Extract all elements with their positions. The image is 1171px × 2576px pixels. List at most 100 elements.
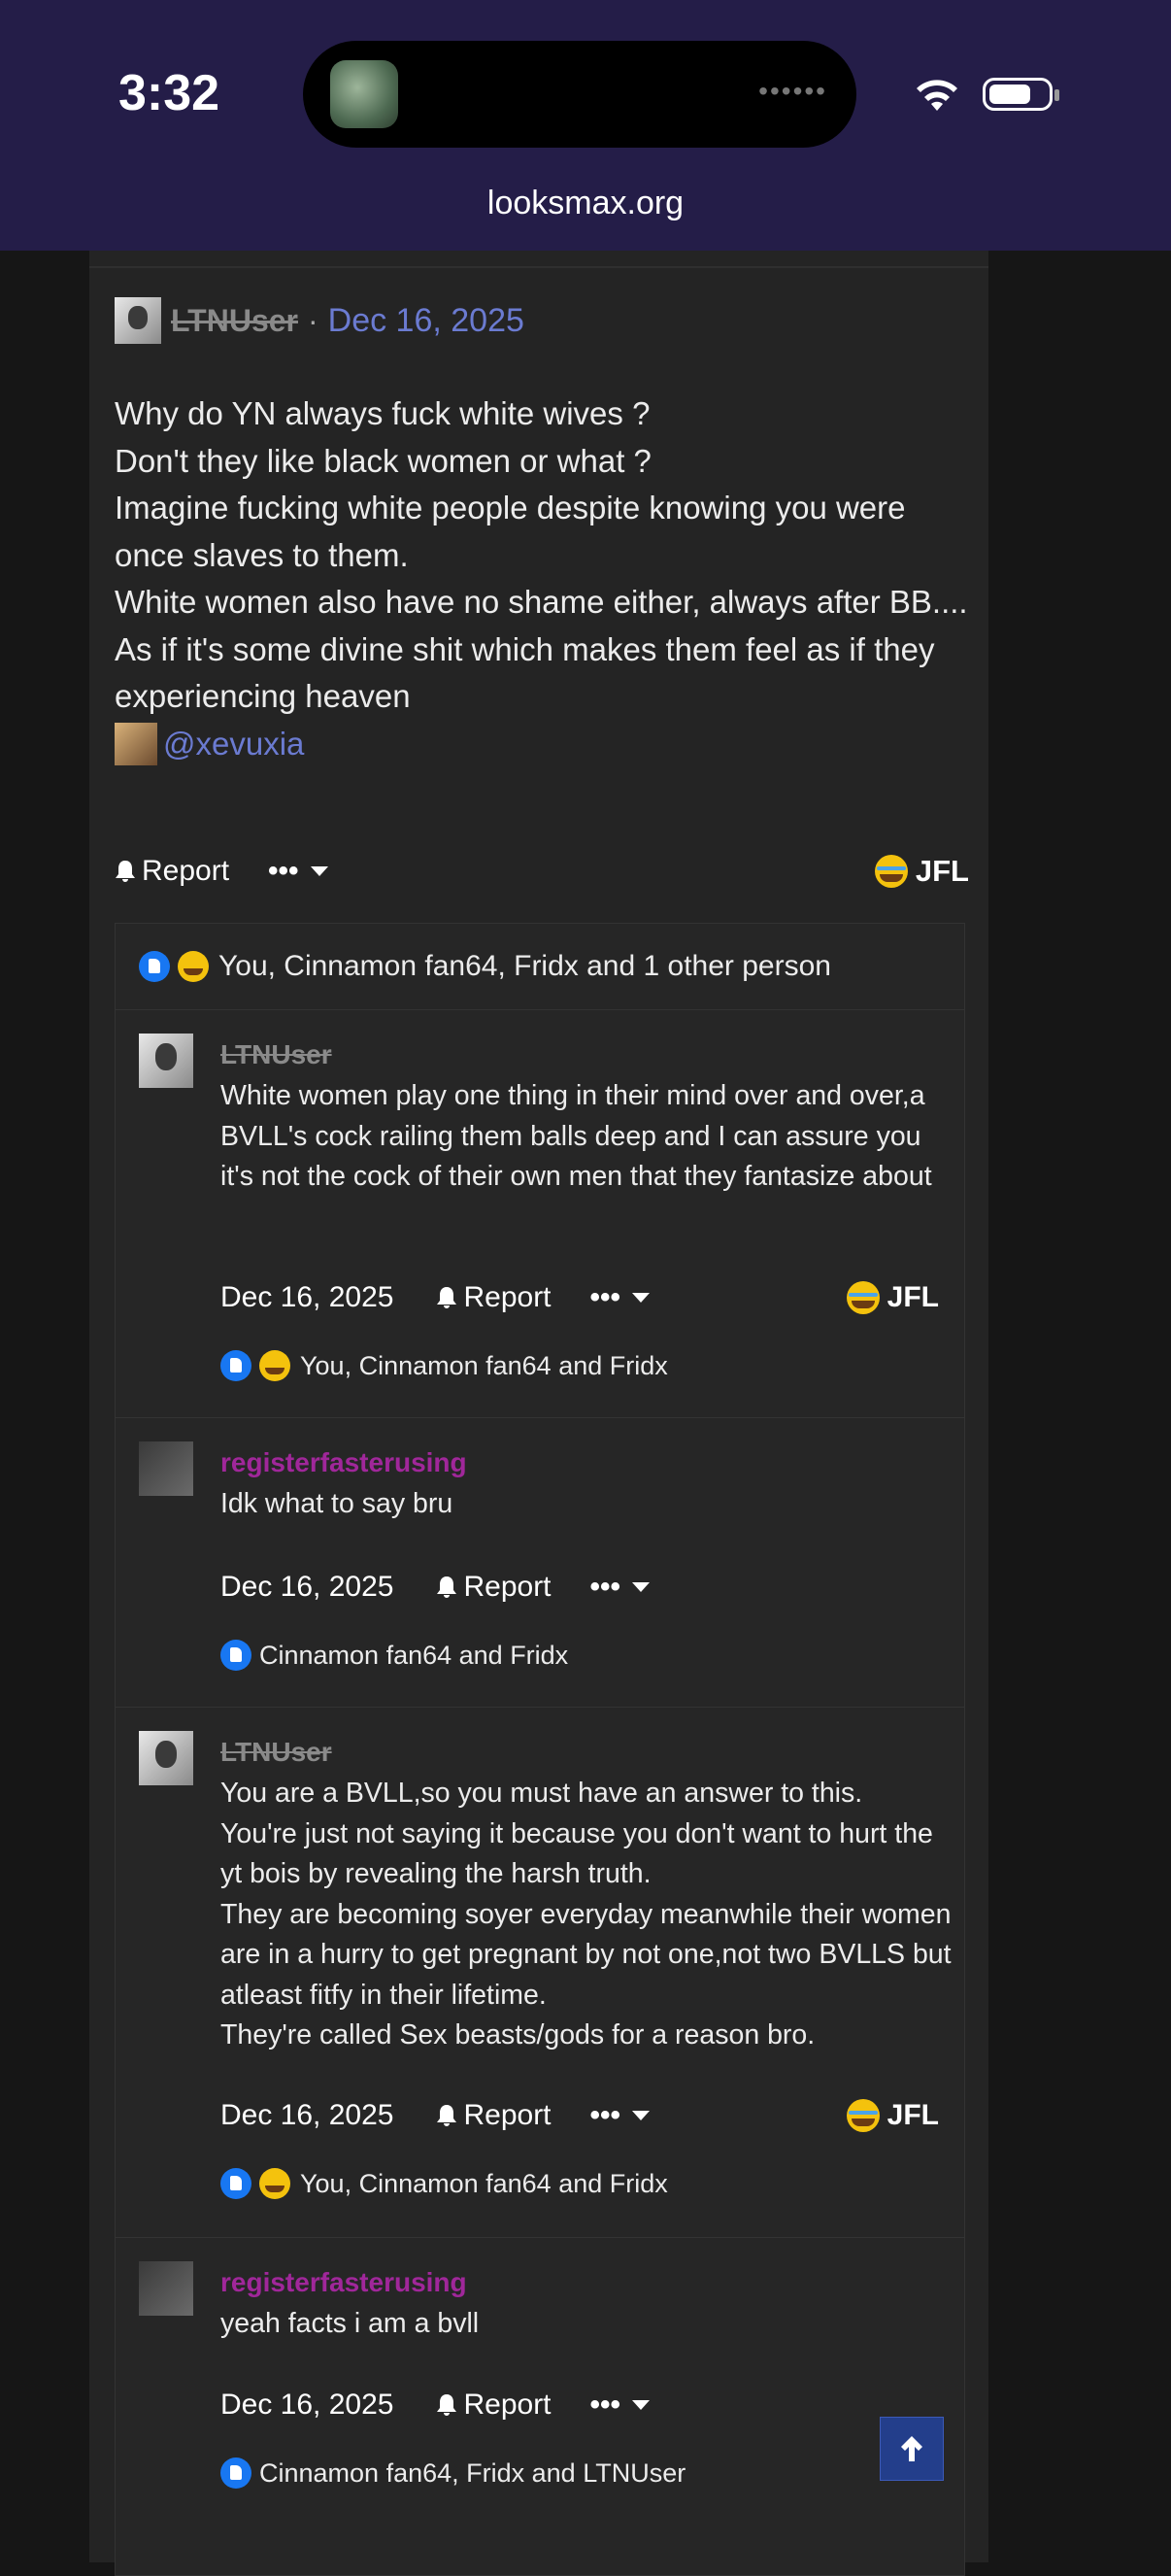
dynamic-island[interactable]: ••••••	[303, 41, 856, 148]
reaction-users[interactable]: You, Cinnamon fan64 and Fridx	[300, 2169, 668, 2199]
reply-reactions[interactable]: Cinnamon fan64 and Fridx	[220, 1636, 568, 1675]
reply-line: White women play one thing in their mind…	[220, 1080, 932, 1192]
caret-down-icon	[310, 866, 328, 876]
report-button[interactable]: Report	[436, 1571, 552, 1604]
like-icon	[220, 1350, 251, 1381]
more-label: •••	[268, 855, 299, 887]
reply-author[interactable]: LTNUser	[220, 1039, 332, 1070]
more-label: •••	[589, 2099, 621, 2131]
jfl-label: JFL	[915, 854, 969, 888]
post-date-link[interactable]: Dec 16, 2025	[328, 302, 524, 340]
like-icon	[220, 2457, 251, 2489]
caret-down-icon	[632, 2111, 651, 2120]
bell-icon	[116, 861, 135, 882]
report-label: Report	[142, 855, 230, 887]
now-playing-artwork	[330, 60, 398, 128]
post-actions: Report ••• JFL	[115, 847, 969, 896]
reply-line: You are a BVLL,so you must have an answe…	[220, 1778, 863, 1809]
arrow-up-icon	[901, 2436, 922, 2461]
jfl-reaction-button[interactable]: JFL	[846, 1281, 939, 1314]
reply-author[interactable]: registerfasterusing	[220, 1447, 467, 1478]
reply-line: You're just not saying it because you do…	[220, 1817, 933, 1890]
reply-date-link[interactable]: Dec 16, 2025	[220, 2389, 393, 2422]
report-button[interactable]: Report	[115, 855, 229, 888]
report-button[interactable]: Report	[436, 2389, 552, 2422]
avatar[interactable]	[139, 1441, 193, 1496]
jfl-label: JFL	[887, 2099, 939, 2131]
post-line: Don't they like black women or what ?	[115, 442, 652, 479]
jfl-reaction-button[interactable]: JFL	[874, 854, 969, 889]
more-label: •••	[589, 1571, 621, 1603]
report-button[interactable]: Report	[436, 1281, 552, 1314]
wifi-icon	[917, 80, 957, 111]
reply-reactions[interactable]: You, Cinnamon fan64 and Fridx	[220, 2164, 668, 2203]
like-icon	[220, 2168, 251, 2199]
jfl-reaction-button[interactable]: JFL	[846, 2099, 939, 2132]
post-line: Why do YN always fuck white wives ?	[115, 395, 651, 431]
address-bar-url[interactable]: looksmax.org	[0, 185, 1171, 222]
avatar[interactable]	[139, 1731, 193, 1785]
reaction-users[interactable]: Cinnamon fan64, Fridx and LTNUser	[259, 2458, 686, 2489]
reply-actions: Dec 16, 2025 Report •••	[220, 2384, 939, 2426]
report-label: Report	[463, 2099, 552, 2131]
reaction-users[interactable]: You, Cinnamon fan64 and Fridx	[300, 1351, 668, 1381]
reply-item: registerfasterusing Idk what to say bru …	[116, 1417, 964, 1708]
laugh-cry-icon	[874, 855, 908, 888]
post-author[interactable]: LTNUser	[171, 303, 298, 339]
more-label: •••	[589, 1281, 621, 1313]
reply-actions: Dec 16, 2025 Report ••• JFL	[220, 1276, 939, 1319]
reply-item: registerfasterusing yeah facts i am a bv…	[116, 2237, 964, 2527]
mention-link[interactable]: @xevuxia	[163, 721, 304, 768]
reply-actions: Dec 16, 2025 Report •••	[220, 1566, 939, 1609]
status-bar: 3:32 •••••• looksmax.org	[0, 0, 1171, 251]
mention-avatar	[115, 722, 157, 765]
activity-dots-icon: ••••••	[758, 76, 827, 106]
post-body: Why do YN always fuck white wives ? Don'…	[115, 390, 969, 767]
report-button[interactable]: Report	[436, 2099, 552, 2132]
bell-icon	[437, 2394, 457, 2416]
reply-date-link[interactable]: Dec 16, 2025	[220, 1281, 393, 1314]
laugh-cry-icon	[259, 1350, 290, 1381]
reply-date-link[interactable]: Dec 16, 2025	[220, 1571, 393, 1604]
reply-actions: Dec 16, 2025 Report ••• JFL	[220, 2094, 939, 2137]
reply-author[interactable]: registerfasterusing	[220, 2267, 467, 2298]
separator: ·	[307, 302, 318, 338]
laugh-cry-icon	[178, 951, 209, 982]
post-header: LTNUser · Dec 16, 2025	[115, 295, 524, 346]
more-options-button[interactable]: •••	[590, 2099, 651, 2132]
laugh-cry-icon	[846, 1281, 880, 1314]
divider	[89, 266, 988, 268]
more-options-button[interactable]: •••	[590, 1281, 651, 1314]
bell-icon	[437, 1576, 457, 1598]
avatar[interactable]	[139, 1034, 193, 1088]
caret-down-icon	[632, 2400, 651, 2410]
reply-line: Idk what to say bru	[220, 1488, 453, 1519]
more-options-button[interactable]: •••	[590, 1571, 651, 1604]
post-line: As if it's some divine shit which makes …	[115, 630, 935, 715]
reply-author[interactable]: LTNUser	[220, 1737, 332, 1768]
clock: 3:32	[118, 65, 220, 121]
scroll-to-top-button[interactable]	[880, 2417, 944, 2481]
avatar[interactable]	[139, 2261, 193, 2316]
more-options-button[interactable]: •••	[590, 2389, 651, 2422]
post-line: White women also have no shame either, a…	[115, 584, 968, 620]
reply-reactions[interactable]: You, Cinnamon fan64 and Fridx	[220, 1346, 668, 1385]
bell-icon	[437, 1287, 457, 1308]
more-label: •••	[589, 2389, 621, 2421]
reaction-users[interactable]: Cinnamon fan64 and Fridx	[259, 1641, 568, 1671]
avatar[interactable]	[115, 297, 161, 344]
report-label: Report	[463, 1571, 552, 1603]
post-line: Imagine fucking white people despite kno…	[115, 490, 906, 573]
more-options-button[interactable]: •••	[268, 855, 328, 888]
reply-line: They are becoming soyer everyday meanwhi…	[220, 1898, 952, 2011]
laugh-cry-icon	[259, 2168, 290, 2199]
reaction-summary[interactable]: You, Cinnamon fan64, Fridx and 1 other p…	[116, 924, 964, 1010]
like-icon	[139, 951, 170, 982]
reply-line: yeah facts i am a bvll	[220, 2308, 480, 2339]
reply-reactions[interactable]: Cinnamon fan64, Fridx and LTNUser	[220, 2454, 686, 2492]
battery-icon	[983, 78, 1059, 111]
reply-item: LTNUser You are a BVLL,so you must have …	[116, 1707, 964, 2238]
reaction-users[interactable]: You, Cinnamon fan64, Fridx and 1 other p…	[218, 950, 831, 983]
reply-date-link[interactable]: Dec 16, 2025	[220, 2099, 393, 2132]
user-mention[interactable]: @xevuxia	[115, 721, 969, 768]
